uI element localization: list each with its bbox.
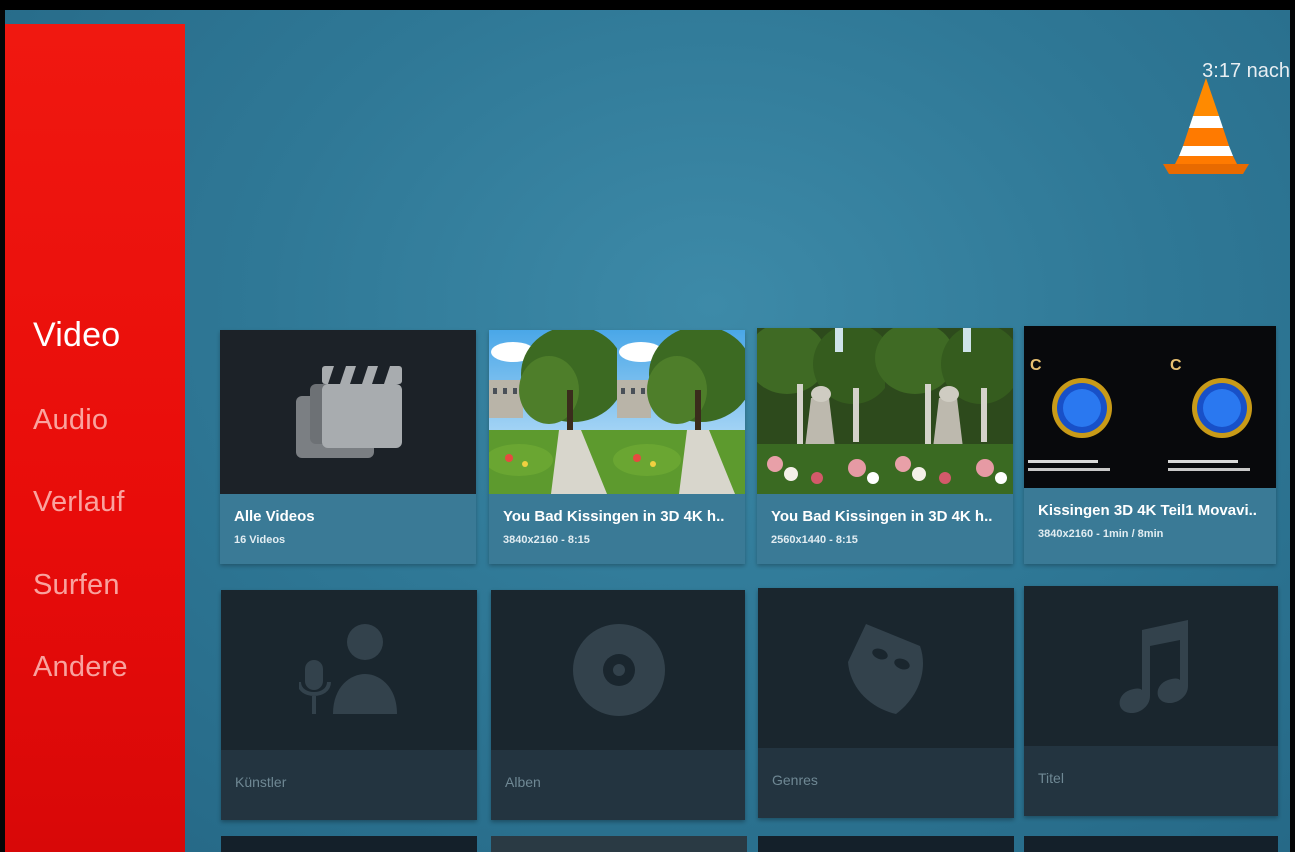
video-thumb <box>757 328 1013 494</box>
svg-text:C: C <box>1170 357 1182 374</box>
category-label: Alben <box>505 774 541 790</box>
category-info: Titel <box>1024 746 1278 816</box>
next-row-card-peek[interactable] <box>758 836 1014 852</box>
video-card-title: You Bad Kissingen in 3D 4K h.. <box>503 508 725 525</box>
screen-bezel <box>0 0 1295 10</box>
category-thumb <box>221 590 477 750</box>
sidebar-item-video[interactable]: Video <box>33 316 120 355</box>
video-card-info: You Bad Kissingen in 3D 4K h.. 3840x2160… <box>489 494 745 564</box>
category-label: Titel <box>1038 770 1064 786</box>
video-thumb <box>489 330 745 494</box>
sidebar-item-surfen[interactable]: Surfen <box>33 569 120 602</box>
theater-mask-icon <box>848 624 923 714</box>
video-card-subtitle: 2560x1440 - 8:15 <box>771 534 858 546</box>
video-card-subtitle: 16 Videos <box>234 534 286 546</box>
category-info: Künstler <box>221 750 477 820</box>
category-info: Genres <box>758 748 1014 818</box>
svg-text:C: C <box>1030 357 1042 374</box>
next-row-card-peek[interactable] <box>491 836 747 852</box>
video-thumb: C C <box>1024 326 1276 488</box>
disc-icon <box>573 624 665 716</box>
category-thumb <box>758 588 1014 748</box>
video-card-subtitle: 3840x2160 - 8:15 <box>503 534 590 546</box>
category-card-titles[interactable]: Titel <box>1024 586 1278 816</box>
video-card-bad-kissingen-2[interactable]: You Bad Kissingen in 3D 4K h.. 2560x1440… <box>757 328 1013 564</box>
sidebar-item-andere[interactable]: Andere <box>33 651 128 684</box>
video-card-bad-kissingen-1[interactable]: You Bad Kissingen in 3D 4K h.. 3840x2160… <box>489 330 745 564</box>
video-thumb <box>220 330 476 494</box>
category-thumb <box>491 590 745 750</box>
clapperboard-icon <box>296 366 402 458</box>
video-card-kissingen-3d-teil1[interactable]: C C Kissingen 3D 4K Teil1 Movavi.. 3840x… <box>1024 326 1276 564</box>
category-card-artists[interactable]: Künstler <box>221 590 477 820</box>
video-card-all-videos[interactable]: Alle Videos 16 Videos <box>220 330 476 564</box>
video-card-title: You Bad Kissingen in 3D 4K h.. <box>771 508 993 525</box>
next-row-card-peek[interactable] <box>221 836 477 852</box>
category-label: Künstler <box>235 774 287 790</box>
category-card-genres[interactable]: Genres <box>758 588 1014 818</box>
next-row-card-peek[interactable] <box>1024 836 1278 852</box>
category-label: Genres <box>772 772 818 788</box>
video-card-title: Alle Videos <box>234 508 315 525</box>
video-thumbnail-3d-logo-sbs: C C <box>1028 357 1252 471</box>
category-thumb <box>1024 586 1278 746</box>
video-card-info: You Bad Kissingen in 3D 4K h.. 2560x1440… <box>757 494 1013 564</box>
category-info: Alben <box>491 750 745 820</box>
video-card-info: Kissingen 3D 4K Teil1 Movavi.. 3840x2160… <box>1024 488 1276 564</box>
music-note-icon <box>1119 620 1188 714</box>
category-card-albums[interactable]: Alben <box>491 590 745 820</box>
video-card-title: Kissingen 3D 4K Teil1 Movavi.. <box>1038 502 1257 519</box>
video-card-info: Alle Videos 16 Videos <box>220 494 476 564</box>
vlc-cone-icon <box>1163 78 1249 174</box>
sidebar-item-audio[interactable]: Audio <box>33 404 108 437</box>
artist-microphone-icon <box>299 624 397 714</box>
video-card-subtitle: 3840x2160 - 1min / 8min <box>1038 528 1164 540</box>
sidebar-nav: Video Audio Verlauf Surfen Andere <box>5 24 185 852</box>
vlc-tv-home-screen: Video Audio Verlauf Surfen Andere 3:17 n… <box>5 10 1290 852</box>
video-thumbnail-park-sbs <box>489 330 745 494</box>
video-thumbnail-fountain-sbs <box>757 328 1013 494</box>
sidebar-item-verlauf[interactable]: Verlauf <box>33 486 125 519</box>
